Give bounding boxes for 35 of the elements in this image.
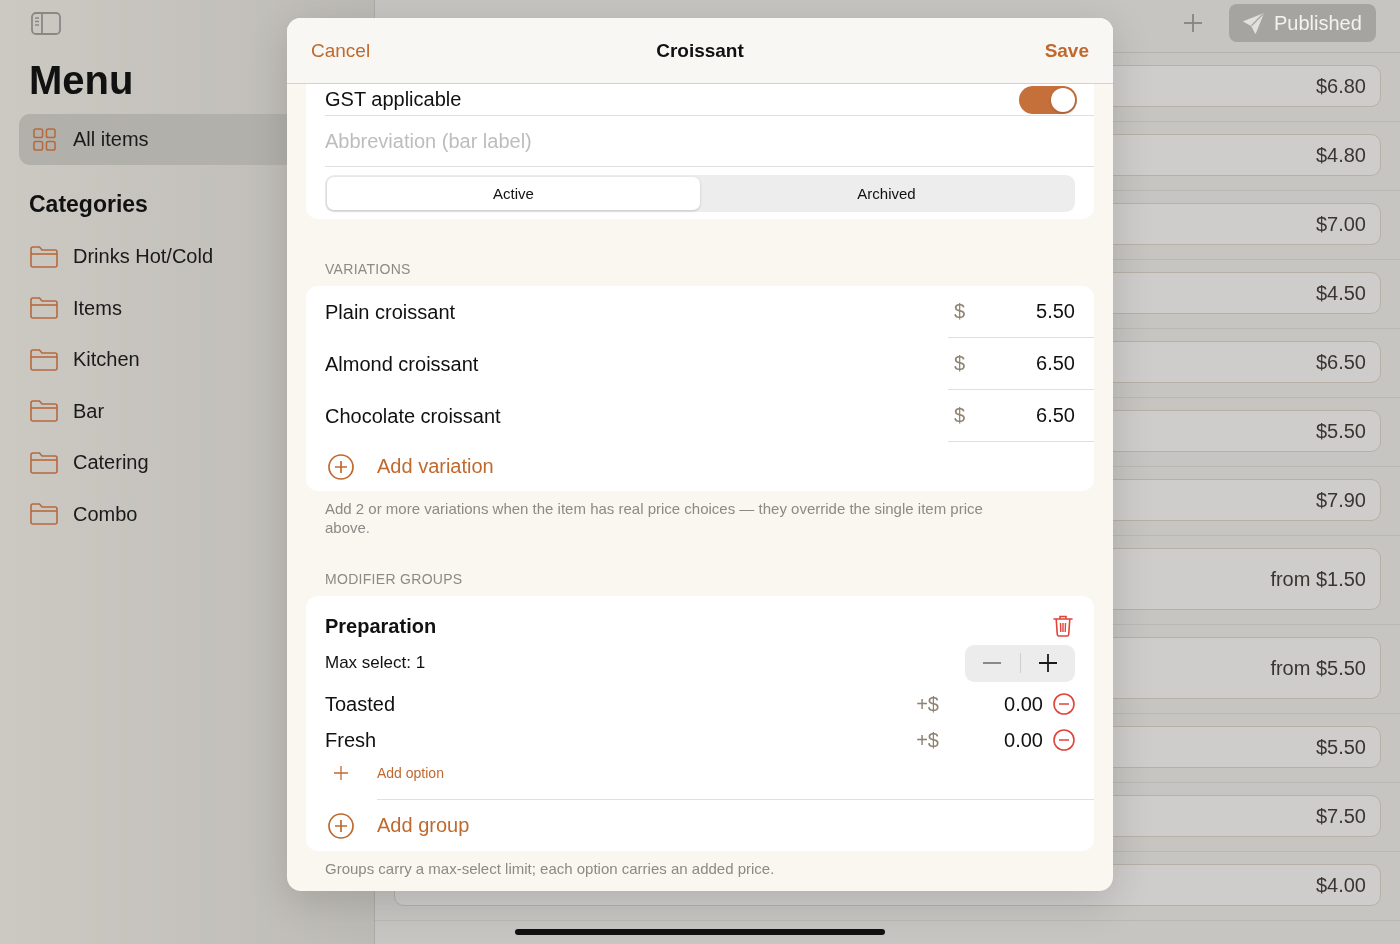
gst-label: GST applicable bbox=[325, 88, 462, 111]
option-name: Toasted bbox=[325, 692, 397, 716]
price-value: 6.50 bbox=[1036, 404, 1075, 427]
variation-name: Chocolate croissant bbox=[325, 404, 502, 428]
variation-name: Almond croissant bbox=[325, 352, 480, 376]
price-label: $4.50 bbox=[1315, 281, 1366, 305]
price-value: 5.50 bbox=[1036, 300, 1075, 323]
price-label: from $1.50 bbox=[1270, 567, 1366, 591]
group-name: Preparation bbox=[325, 614, 437, 638]
sidebar-title: Menu bbox=[29, 57, 134, 104]
price-label: $7.00 bbox=[1315, 212, 1366, 236]
help-text: Groups carry a max-select limit; each option carries an added price. bbox=[325, 859, 776, 878]
price-label: $4.80 bbox=[1315, 143, 1366, 167]
currency-symbol: $ bbox=[954, 404, 966, 427]
price-prefix: +$ bbox=[916, 728, 939, 752]
dialog-title: Croissant bbox=[656, 39, 744, 62]
price-label: $7.50 bbox=[1315, 804, 1366, 828]
section-header: VARIATIONS bbox=[325, 260, 412, 278]
section-title: Categories bbox=[29, 190, 148, 218]
option-name: Fresh bbox=[325, 728, 378, 752]
price-label: $5.50 bbox=[1315, 735, 1366, 759]
currency-symbol: $ bbox=[954, 352, 966, 375]
price-label: $4.00 bbox=[1315, 873, 1366, 897]
help-text: Add 2 or more variations when the item has real price choices — they override the single item price above. bbox=[325, 499, 984, 537]
variation-name: Plain croissant bbox=[325, 300, 457, 324]
price-label: $6.80 bbox=[1315, 74, 1366, 98]
price-prefix: +$ bbox=[916, 692, 939, 716]
max-select-label: Max select: 1 bbox=[325, 653, 426, 673]
price-value: 6.50 bbox=[1036, 352, 1075, 375]
price-label: from $5.50 bbox=[1270, 656, 1366, 680]
price-label: $7.90 bbox=[1315, 488, 1366, 512]
price-label: $5.50 bbox=[1315, 419, 1366, 443]
section-header: MODIFIER GROUPS bbox=[325, 570, 464, 588]
price-label: $6.50 bbox=[1315, 350, 1366, 374]
currency-symbol: $ bbox=[954, 300, 966, 323]
